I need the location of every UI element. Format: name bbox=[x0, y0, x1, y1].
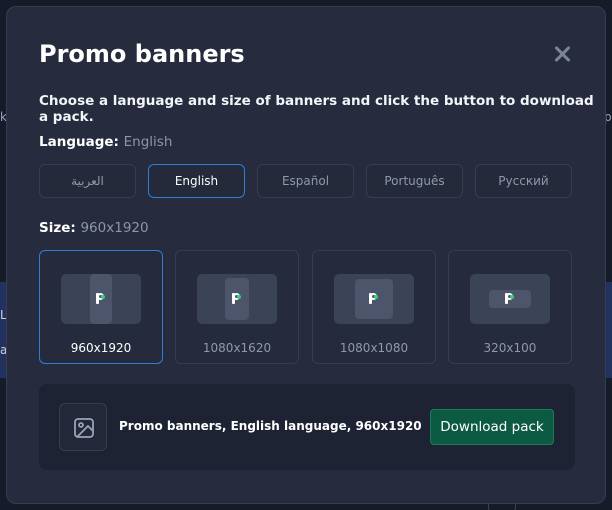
brand-logo-icon bbox=[232, 293, 241, 304]
brand-logo-icon bbox=[369, 293, 378, 304]
modal-title: Promo banners bbox=[39, 40, 245, 68]
size-option-label: 960x1920 bbox=[70, 341, 132, 355]
size-option-960x1920[interactable]: 960x1920 bbox=[39, 250, 163, 364]
modal-instructions: Choose a language and size of banners an… bbox=[39, 93, 594, 125]
close-icon[interactable] bbox=[554, 45, 572, 63]
promo-banners-modal: Promo banners Choose a language and size… bbox=[6, 6, 606, 504]
size-option-320x100[interactable]: 320x100 bbox=[448, 250, 572, 364]
download-summary-text: Promo banners, English language, 960x192… bbox=[119, 419, 422, 433]
banner-thumbnail bbox=[334, 274, 414, 324]
banner-thumbnail bbox=[470, 274, 550, 324]
size-selected-value: 960x1920 bbox=[80, 220, 149, 236]
brand-logo-icon bbox=[505, 293, 514, 304]
language-selected-value: English bbox=[123, 134, 173, 150]
size-option-label: 1080x1620 bbox=[202, 341, 272, 355]
image-icon bbox=[59, 403, 107, 451]
brand-logo-icon bbox=[96, 293, 105, 304]
language-option-portuguese[interactable]: Português bbox=[366, 164, 463, 198]
size-option-label: 1080x1080 bbox=[339, 341, 409, 355]
size-label: Size: bbox=[39, 220, 76, 236]
download-summary-panel: Promo banners, English language, 960x192… bbox=[39, 384, 575, 470]
language-label-row: Language: English bbox=[39, 134, 172, 150]
language-option-arabic[interactable]: العربية bbox=[39, 164, 136, 198]
size-label-row: Size: 960x1920 bbox=[39, 220, 149, 236]
language-option-spanish[interactable]: Español bbox=[257, 164, 354, 198]
size-option-1080x1620[interactable]: 1080x1620 bbox=[175, 250, 299, 364]
banner-thumbnail bbox=[61, 274, 141, 324]
language-label: Language: bbox=[39, 134, 119, 150]
size-option-label: 320x100 bbox=[483, 341, 537, 355]
download-pack-button[interactable]: Download pack bbox=[430, 409, 554, 445]
language-option-english[interactable]: English bbox=[148, 164, 245, 198]
banner-thumbnail bbox=[197, 274, 277, 324]
language-option-russian[interactable]: Русский bbox=[475, 164, 572, 198]
size-option-1080x1080[interactable]: 1080x1080 bbox=[312, 250, 436, 364]
